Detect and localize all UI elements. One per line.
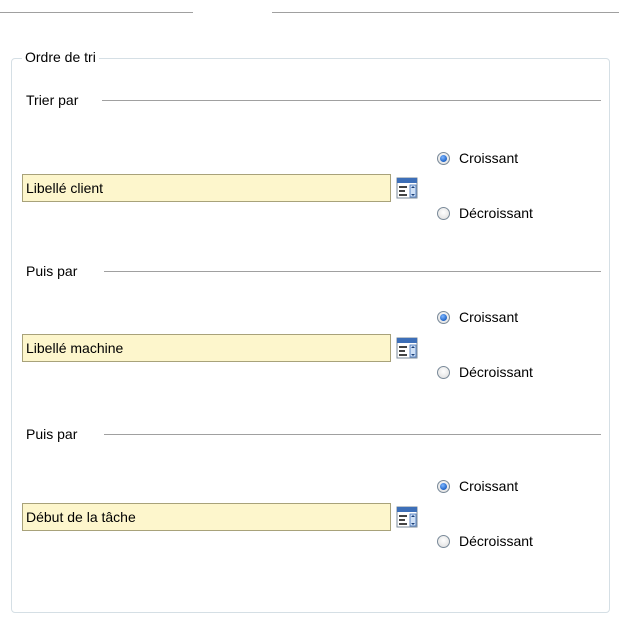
section-2-label: Puis par xyxy=(26,262,78,280)
section-3-rule xyxy=(104,434,601,435)
section-2-ascending-label: Croissant xyxy=(459,309,519,325)
section-1-descending-radio[interactable]: Décroissant xyxy=(437,203,533,223)
section-1-descending-label: Décroissant xyxy=(459,205,533,221)
section-2-rule xyxy=(104,271,601,272)
section-1-ascending-radio[interactable]: Croissant xyxy=(437,148,518,168)
section-1-ascending-label: Croissant xyxy=(459,150,519,166)
section-2-descending-radio[interactable]: Décroissant xyxy=(437,362,533,382)
section-3-descending-radio[interactable]: Décroissant xyxy=(437,531,533,551)
section-3-ascending-label: Croissant xyxy=(459,478,519,494)
list-picker-icon[interactable] xyxy=(396,337,418,359)
section-3-descending-label: Décroissant xyxy=(459,533,533,549)
list-picker-icon[interactable] xyxy=(396,177,418,199)
radio-unchecked-icon xyxy=(437,206,450,220)
section-2-ascending-radio[interactable]: Croissant xyxy=(437,307,518,327)
tab-strip-line-right xyxy=(272,12,619,13)
section-2-sort-field[interactable]: Libellé machine xyxy=(22,334,391,362)
section-1-rule xyxy=(102,100,601,101)
radio-unchecked-icon xyxy=(437,534,450,548)
section-2-descending-label: Décroissant xyxy=(459,364,533,380)
section-3-sort-field[interactable]: Début de la tâche xyxy=(22,503,391,531)
groupbox-title: Ordre de tri xyxy=(22,48,99,66)
radio-checked-icon xyxy=(437,151,450,165)
section-1-sort-field[interactable]: Libellé client xyxy=(22,174,391,202)
radio-checked-icon xyxy=(437,479,450,493)
radio-checked-icon xyxy=(437,310,450,324)
section-3-label: Puis par xyxy=(26,425,78,443)
radio-unchecked-icon xyxy=(437,365,450,379)
section-3-ascending-radio[interactable]: Croissant xyxy=(437,476,518,496)
section-1-label: Trier par xyxy=(26,91,79,109)
tab-strip-line-left xyxy=(0,12,193,13)
list-picker-icon[interactable] xyxy=(396,506,418,528)
